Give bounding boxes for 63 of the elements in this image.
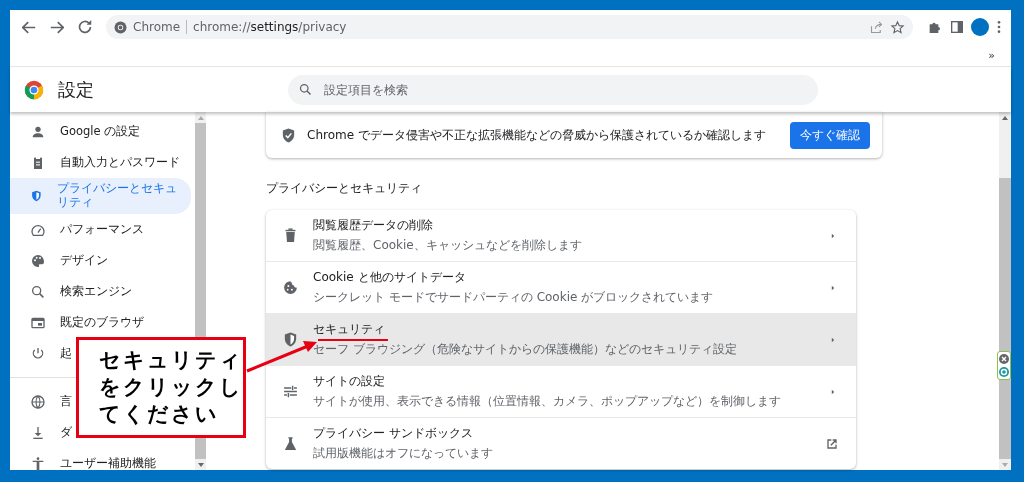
- scroll-down-icon[interactable]: [197, 462, 204, 467]
- extension-widget[interactable]: [997, 351, 1011, 380]
- settings-row[interactable]: サイトの設定 サイトが使用、表示できる情報（位置情報、カメラ、ポップアップなど）を制御します: [266, 365, 856, 417]
- bookmarks-overflow[interactable]: »: [988, 48, 995, 62]
- search-icon: [298, 81, 313, 97]
- settings-row[interactable]: 閲覧履歴データの削除 閲覧履歴、Cookie、キャッシュなどを削除します: [266, 210, 856, 261]
- row-title: プライバシー サンドボックス: [313, 425, 473, 442]
- row-title: 閲覧履歴データの削除: [313, 217, 433, 234]
- sliders-icon: [282, 383, 299, 400]
- row-title: セキュリティ: [313, 321, 385, 338]
- settings-row[interactable]: セキュリティ セーフ ブラウジング（危険なサイトからの保護機能）などのセキュリティ設定: [266, 313, 856, 365]
- search-icon: [30, 283, 46, 300]
- annotation-underline: [317, 339, 389, 341]
- page-title: 設定: [58, 77, 95, 102]
- menu-icon[interactable]: [995, 19, 1003, 35]
- sidebar-item[interactable]: ユーザー補助機能: [10, 448, 158, 479]
- shield-icon: [30, 188, 43, 204]
- cookie-icon: [282, 279, 299, 296]
- star-icon[interactable]: [890, 19, 905, 35]
- sidebar-item[interactable]: 起: [10, 338, 74, 369]
- accessibility-icon: [30, 455, 46, 472]
- shield-check-icon: [280, 126, 297, 144]
- circle-icon: [999, 367, 1009, 378]
- callout-text: セキュリティ をクリックし てください: [99, 346, 243, 429]
- download-icon: [30, 424, 46, 441]
- row-subtitle: 閲覧履歴、Cookie、キャッシュなどを削除します: [313, 237, 582, 254]
- sidebar-item[interactable]: パフォーマンス: [10, 214, 146, 245]
- sidebar-item[interactable]: 検索エンジン: [10, 276, 134, 307]
- row-subtitle: セーフ ブラウジング（危険なサイトからの保護機能）などのセキュリティ設定: [313, 341, 737, 358]
- share-icon[interactable]: [869, 19, 884, 35]
- row-title: サイトの設定: [313, 373, 385, 390]
- sidebar-item[interactable]: デザイン: [10, 245, 110, 276]
- check-now-button[interactable]: 今すぐ確認: [790, 121, 870, 149]
- sidebar-item[interactable]: Google の設定: [10, 116, 143, 147]
- row-subtitle: 試用版機能はオフになっています: [313, 445, 493, 462]
- search-field[interactable]: 設定項目を検索: [288, 74, 818, 105]
- site-label: Chrome: [133, 20, 181, 34]
- scroll-up-icon[interactable]: [1002, 115, 1008, 120]
- palette-icon: [30, 252, 46, 269]
- scrollbar[interactable]: [999, 112, 1011, 470]
- row-subtitle: サイトが使用、表示できる情報（位置情報、カメラ、ポップアップなど）を制御します: [313, 393, 781, 410]
- flask-icon: [282, 435, 299, 452]
- sidebar-item[interactable]: 言: [10, 386, 74, 417]
- close-icon: [999, 353, 1009, 364]
- globe-icon: [30, 393, 46, 410]
- chrome-logo-icon: [24, 79, 44, 100]
- sidebar-item[interactable]: 自動入力とパスワード: [10, 147, 182, 178]
- sidebar-item[interactable]: 既定のブラウザ: [10, 307, 146, 338]
- reload-icon[interactable]: [78, 20, 92, 34]
- address-bar[interactable]: Chrome chrome://settings/privacy: [106, 15, 913, 39]
- sidebar-item[interactable]: プライバシーとセキュリティ: [10, 178, 191, 214]
- sidebar-item[interactable]: ダ: [10, 417, 74, 448]
- row-subtitle: シークレット モードでサードパーティの Cookie がブロックされています: [313, 289, 714, 306]
- side-panel-icon[interactable]: [949, 19, 965, 35]
- avatar[interactable]: [971, 18, 989, 36]
- settings-row[interactable]: プライバシー サンドボックス 試用版機能はオフになっています: [266, 417, 856, 469]
- back-icon[interactable]: [22, 20, 36, 34]
- safety-check-text: Chrome でデータ侵害や不正な拡張機能などの脅威から保護されているか確認します: [307, 126, 767, 144]
- url-text: chrome://settings/privacy: [193, 20, 348, 34]
- row-title: Cookie と他のサイトデータ: [313, 269, 466, 286]
- forward-icon[interactable]: [50, 20, 64, 34]
- section-title: プライバシーとセキュリティ: [266, 180, 423, 197]
- shield-half-icon: [282, 331, 299, 348]
